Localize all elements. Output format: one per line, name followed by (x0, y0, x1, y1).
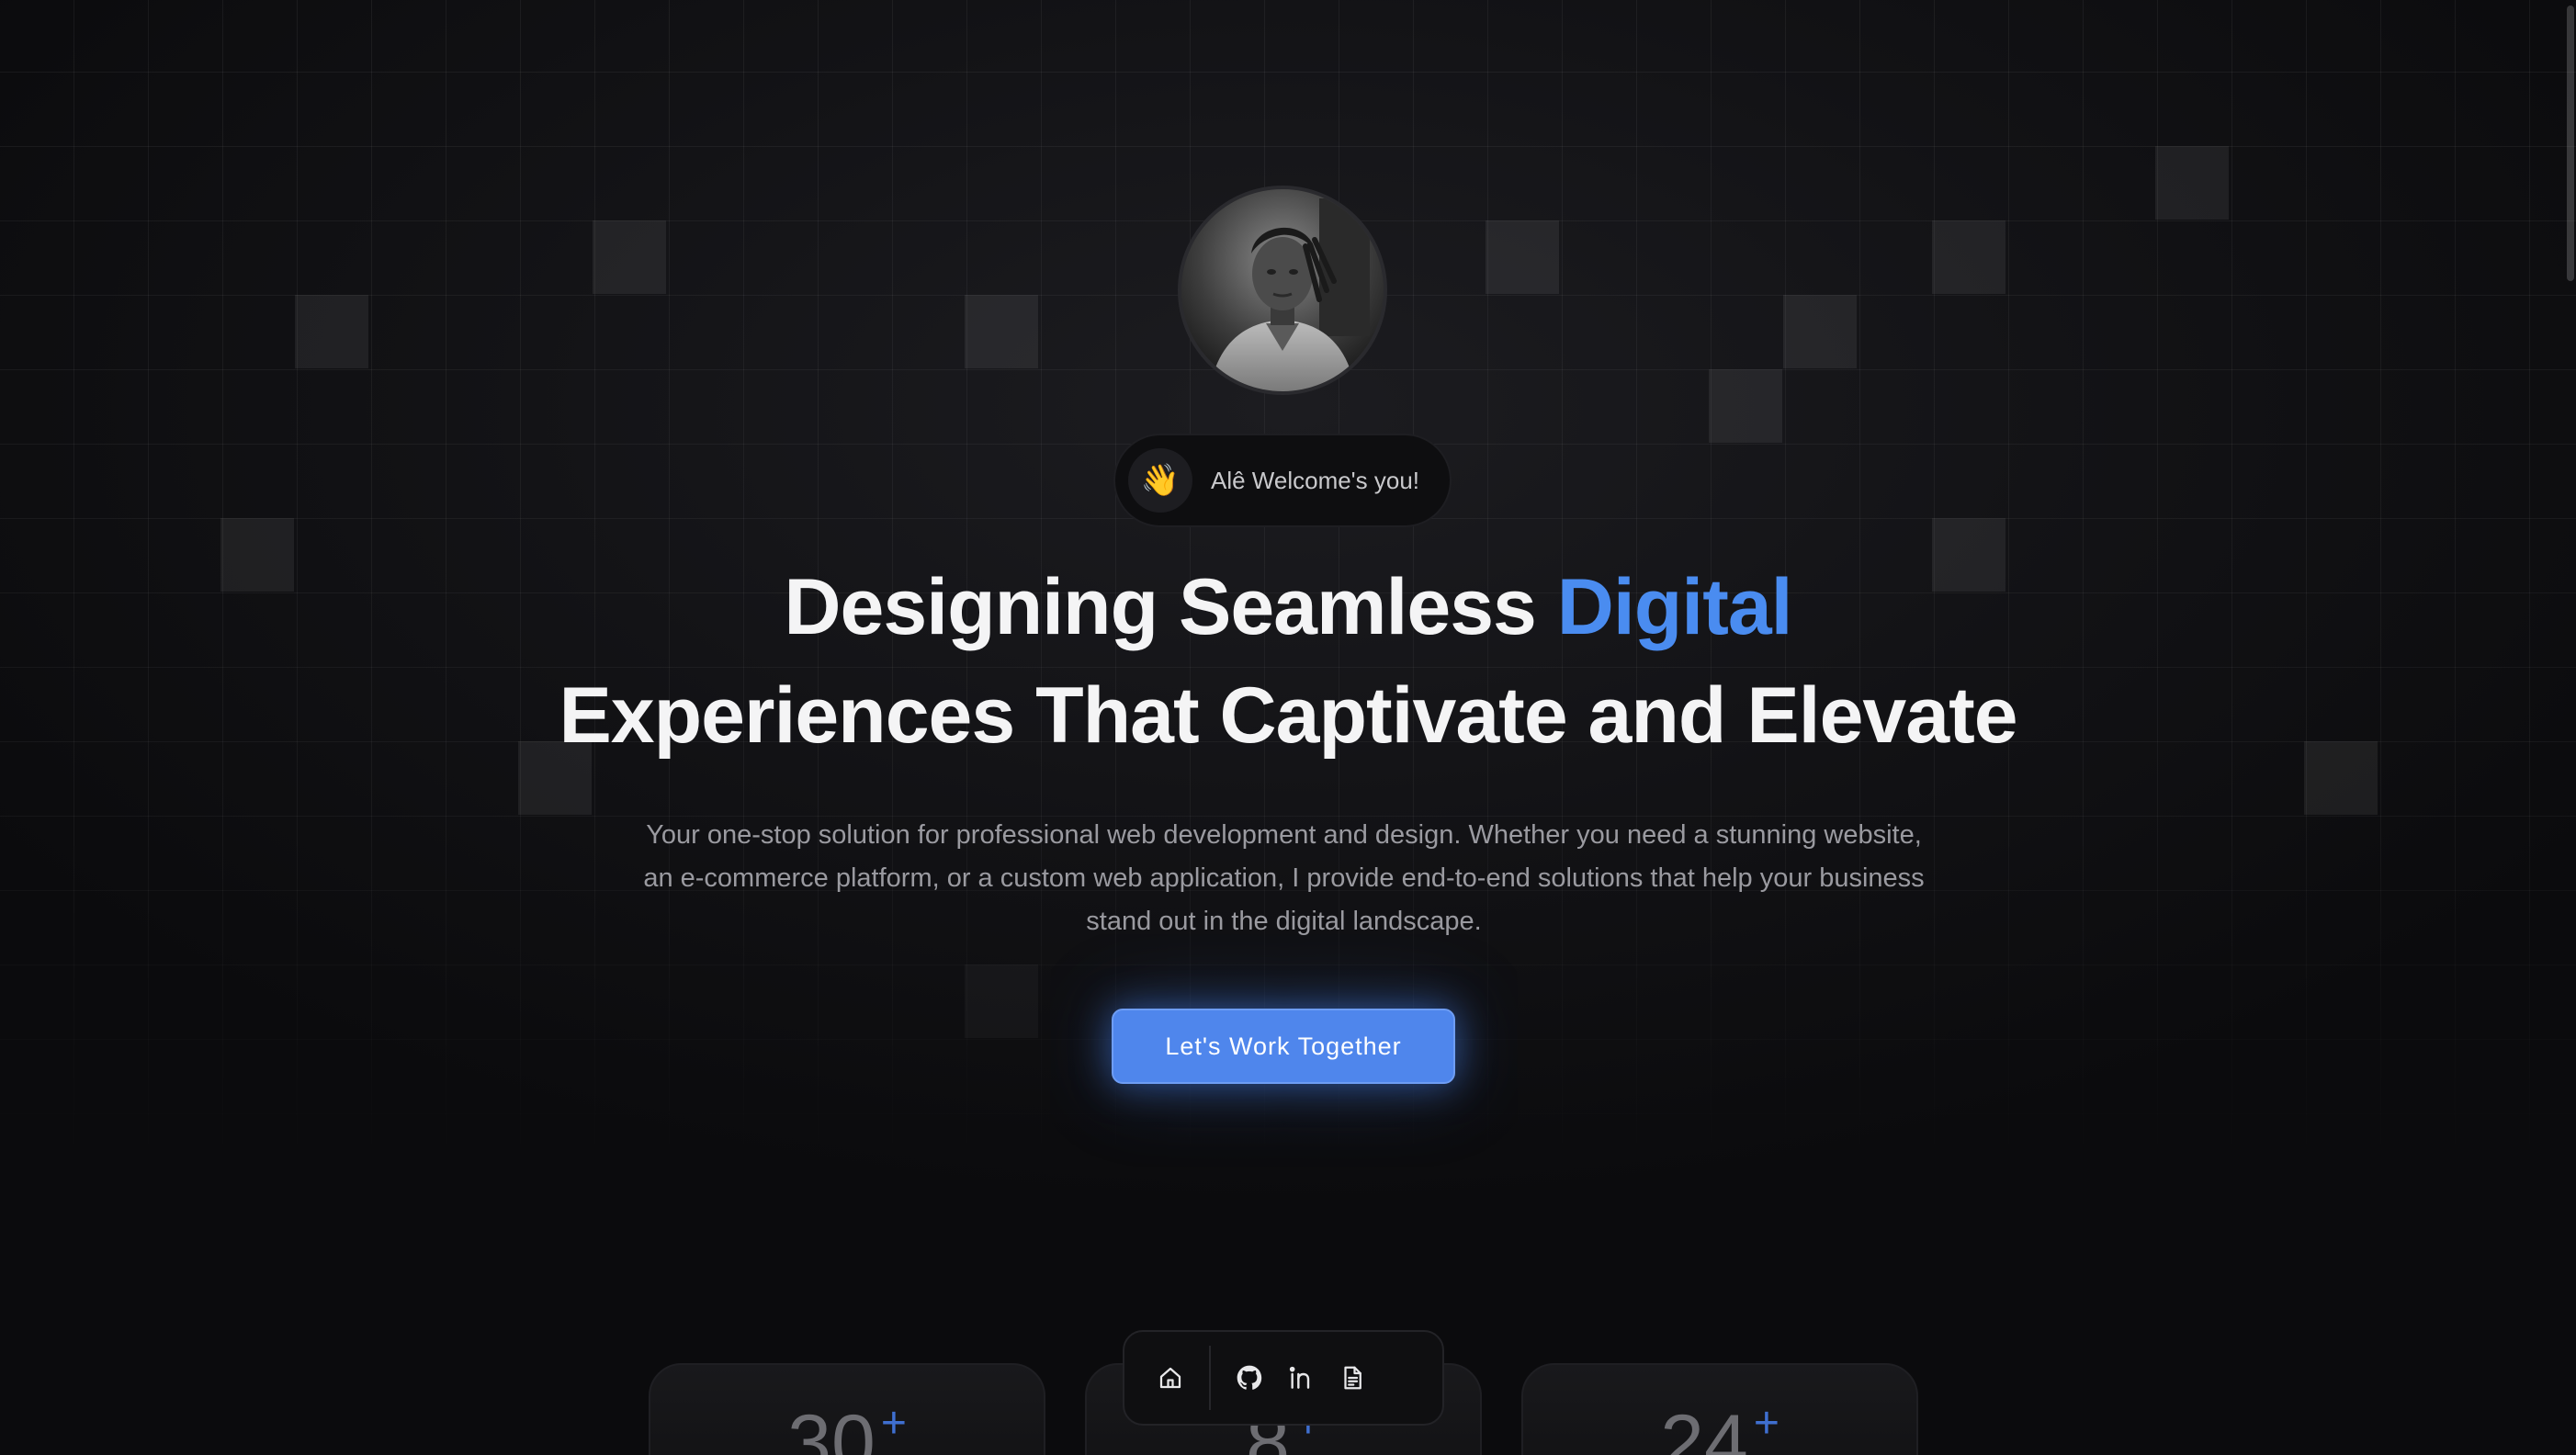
scrollbar-thumb[interactable] (2567, 6, 2574, 281)
grid-cell-highlight (295, 295, 368, 368)
stat-number: 30 (787, 1399, 876, 1455)
page: 👋 Alê Welcome's you! Designing Seamless … (0, 0, 2576, 1455)
grid-cell-highlight (965, 964, 1038, 1038)
avatar-portrait (1181, 189, 1384, 391)
floating-dock (1123, 1330, 1444, 1426)
headline-accent-word: Digital (1556, 563, 1793, 651)
document-icon[interactable] (1327, 1352, 1378, 1404)
scrollbar[interactable] (2565, 0, 2574, 1455)
grid-cell-highlight (1486, 220, 1559, 294)
github-icon[interactable] (1224, 1352, 1275, 1404)
grid-cell-highlight (2304, 741, 2378, 815)
avatar (1178, 186, 1387, 395)
stat-value: 24 + (1523, 1398, 1916, 1455)
stat-value: 30 + (650, 1398, 1044, 1455)
grid-cell-highlight (1783, 295, 1857, 368)
hero-headline-line1: Designing Seamless Digital (367, 562, 2209, 653)
linkedin-icon[interactable] (1275, 1352, 1327, 1404)
waving-hand-emoji: 👋 (1140, 462, 1181, 499)
welcome-text: Alê Welcome's you! (1211, 466, 1420, 494)
headline-prefix: Designing Seamless (784, 563, 1557, 651)
hero-subtitle: Your one-stop solution for professional … (643, 820, 1925, 936)
stat-suffix: + (880, 1399, 907, 1448)
hero-headline-line2: Experiences That Captivate and Elevate (559, 671, 2017, 760)
grid-cell-highlight (2155, 146, 2229, 220)
dock-separator (1209, 1346, 1211, 1410)
stat-card-1: 30 + (649, 1363, 1045, 1455)
home-icon[interactable] (1145, 1352, 1196, 1404)
stat-number: 24 (1660, 1399, 1748, 1455)
stat-card-3: 24 + (1521, 1363, 1918, 1455)
waving-hand-icon: 👋 (1128, 448, 1192, 513)
grid-cell-highlight (965, 295, 1038, 368)
grid-cell-highlight (220, 518, 294, 592)
stat-suffix: + (1753, 1399, 1779, 1448)
grid-cell-highlight (593, 220, 666, 294)
welcome-badge: 👋 Alê Welcome's you! (1113, 434, 1452, 527)
grid-cell-highlight (1932, 220, 2005, 294)
grid-cell-highlight (1709, 369, 1782, 443)
work-together-button[interactable]: Let's Work Together (1112, 1009, 1455, 1084)
